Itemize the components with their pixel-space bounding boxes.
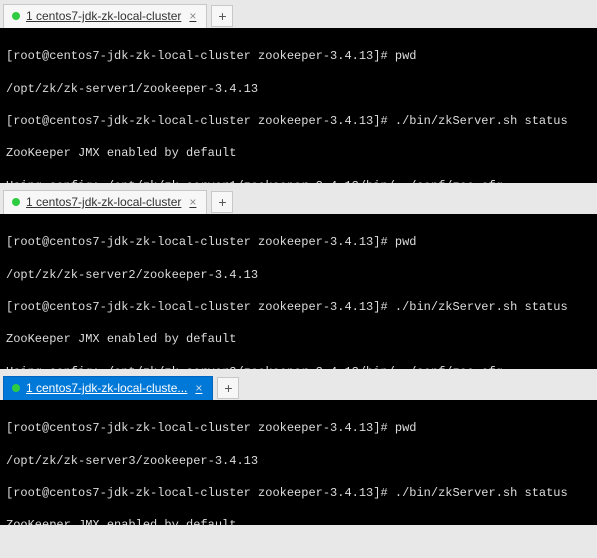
pwd-output: /opt/zk/zk-server1/zookeeper-3.4.13 bbox=[6, 81, 591, 97]
terminal-output-2[interactable]: [root@centos7-jdk-zk-local-cluster zooke… bbox=[0, 214, 597, 369]
add-tab-button[interactable]: + bbox=[211, 191, 233, 213]
tab-bar: 1 centos7-jdk-zk-local-cluste... × + bbox=[0, 372, 597, 400]
prompt: [root@centos7-jdk-zk-local-cluster zooke… bbox=[6, 114, 388, 128]
tab-bar: 1 centos7-jdk-zk-local-cluster × + bbox=[0, 186, 597, 214]
plus-icon: + bbox=[218, 194, 226, 210]
session-tab-3[interactable]: 1 centos7-jdk-zk-local-cluste... × bbox=[3, 376, 213, 400]
session-tab-2[interactable]: 1 centos7-jdk-zk-local-cluster × bbox=[3, 190, 207, 214]
close-icon[interactable]: × bbox=[187, 195, 198, 209]
terminal-pane-1: 1 centos7-jdk-zk-local-cluster × + [root… bbox=[0, 0, 597, 183]
pwd-output: /opt/zk/zk-server2/zookeeper-3.4.13 bbox=[6, 267, 591, 283]
close-icon[interactable]: × bbox=[193, 381, 204, 395]
tab-bar: 1 centos7-jdk-zk-local-cluster × + bbox=[0, 0, 597, 28]
command: pwd bbox=[395, 421, 417, 435]
status-dot-icon bbox=[12, 198, 20, 206]
output-line: ZooKeeper JMX enabled by default bbox=[6, 145, 591, 161]
prompt: [root@centos7-jdk-zk-local-cluster zooke… bbox=[6, 486, 388, 500]
tab-label: 1 centos7-jdk-zk-local-cluster bbox=[26, 195, 181, 209]
plus-icon: + bbox=[224, 380, 232, 396]
session-tab-1[interactable]: 1 centos7-jdk-zk-local-cluster × bbox=[3, 4, 207, 28]
command: ./bin/zkServer.sh status bbox=[395, 114, 568, 128]
status-dot-icon bbox=[12, 12, 20, 20]
status-dot-icon bbox=[12, 384, 20, 392]
terminal-pane-2: 1 centos7-jdk-zk-local-cluster × + [root… bbox=[0, 186, 597, 369]
terminal-output-3[interactable]: [root@centos7-jdk-zk-local-cluster zooke… bbox=[0, 400, 597, 525]
pwd-output: /opt/zk/zk-server3/zookeeper-3.4.13 bbox=[6, 453, 591, 469]
add-tab-button[interactable]: + bbox=[211, 5, 233, 27]
terminal-output-1[interactable]: [root@centos7-jdk-zk-local-cluster zooke… bbox=[0, 28, 597, 183]
command: pwd bbox=[395, 235, 417, 249]
output-line: ZooKeeper JMX enabled by default bbox=[6, 517, 591, 525]
tab-label: 1 centos7-jdk-zk-local-cluste... bbox=[26, 381, 187, 395]
prompt: [root@centos7-jdk-zk-local-cluster zooke… bbox=[6, 300, 388, 314]
plus-icon: + bbox=[218, 8, 226, 24]
command: ./bin/zkServer.sh status bbox=[395, 300, 568, 314]
prompt: [root@centos7-jdk-zk-local-cluster zooke… bbox=[6, 49, 388, 63]
command: ./bin/zkServer.sh status bbox=[395, 486, 568, 500]
tab-label: 1 centos7-jdk-zk-local-cluster bbox=[26, 9, 181, 23]
command: pwd bbox=[395, 49, 417, 63]
add-tab-button[interactable]: + bbox=[217, 377, 239, 399]
close-icon[interactable]: × bbox=[187, 9, 198, 23]
terminal-pane-3: 1 centos7-jdk-zk-local-cluste... × + [ro… bbox=[0, 372, 597, 525]
output-line: ZooKeeper JMX enabled by default bbox=[6, 331, 591, 347]
prompt: [root@centos7-jdk-zk-local-cluster zooke… bbox=[6, 421, 388, 435]
prompt: [root@centos7-jdk-zk-local-cluster zooke… bbox=[6, 235, 388, 249]
